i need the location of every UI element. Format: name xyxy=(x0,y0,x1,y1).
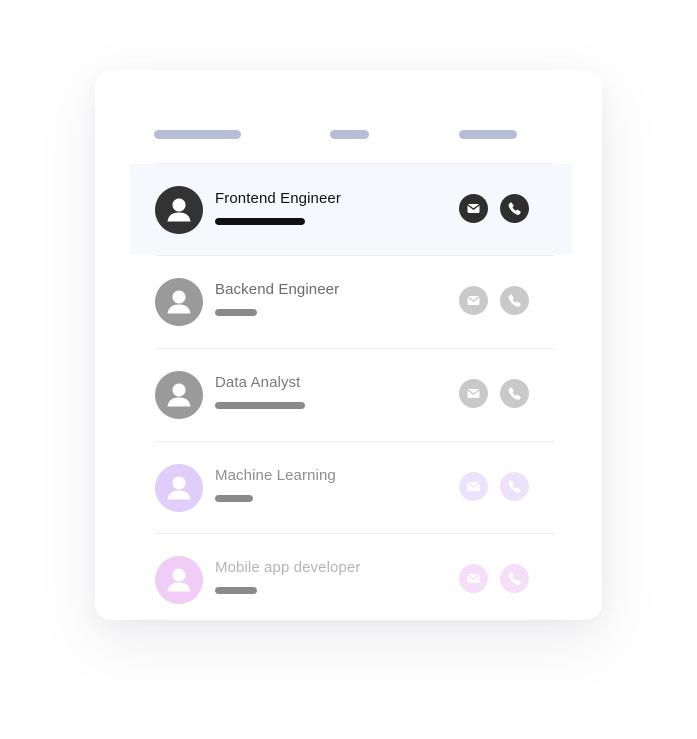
contact-row-selected[interactable]: Frontend Engineer xyxy=(95,164,602,256)
subtitle-placeholder-bar xyxy=(215,309,257,316)
phone-icon[interactable] xyxy=(500,194,529,223)
contact-row[interactable]: Mobile app developer xyxy=(95,534,602,620)
avatar-user-icon xyxy=(155,556,203,604)
mail-icon[interactable] xyxy=(459,472,488,501)
contact-row[interactable]: Backend Engineer xyxy=(95,256,602,348)
contact-row[interactable]: Data Analyst xyxy=(95,349,602,441)
column-header-name xyxy=(154,130,241,139)
role-title: Backend Engineer xyxy=(215,281,340,298)
avatar-user-icon xyxy=(155,278,203,326)
avatar-user-icon xyxy=(155,464,203,512)
mail-icon[interactable] xyxy=(459,379,488,408)
subtitle-placeholder-bar xyxy=(215,587,257,594)
role-title: Machine Learning xyxy=(215,467,336,484)
avatar-user-icon xyxy=(155,371,203,419)
column-header-actions xyxy=(459,130,517,139)
subtitle-placeholder-bar xyxy=(215,402,305,409)
role-title: Frontend Engineer xyxy=(215,190,341,207)
mail-icon[interactable] xyxy=(459,194,488,223)
column-header-status xyxy=(330,130,369,139)
role-title: Data Analyst xyxy=(215,374,301,391)
contacts-card: Frontend Engineer Backend Engineer Data An… xyxy=(95,70,602,620)
subtitle-placeholder-bar xyxy=(215,218,305,225)
avatar-user-icon xyxy=(155,186,203,234)
role-title: Mobile app developer xyxy=(215,559,361,576)
subtitle-placeholder-bar xyxy=(215,495,253,502)
mail-icon[interactable] xyxy=(459,286,488,315)
phone-icon[interactable] xyxy=(500,564,529,593)
phone-icon[interactable] xyxy=(500,472,529,501)
contact-row[interactable]: Machine Learning xyxy=(95,442,602,534)
phone-icon[interactable] xyxy=(500,379,529,408)
phone-icon[interactable] xyxy=(500,286,529,315)
mail-icon[interactable] xyxy=(459,564,488,593)
